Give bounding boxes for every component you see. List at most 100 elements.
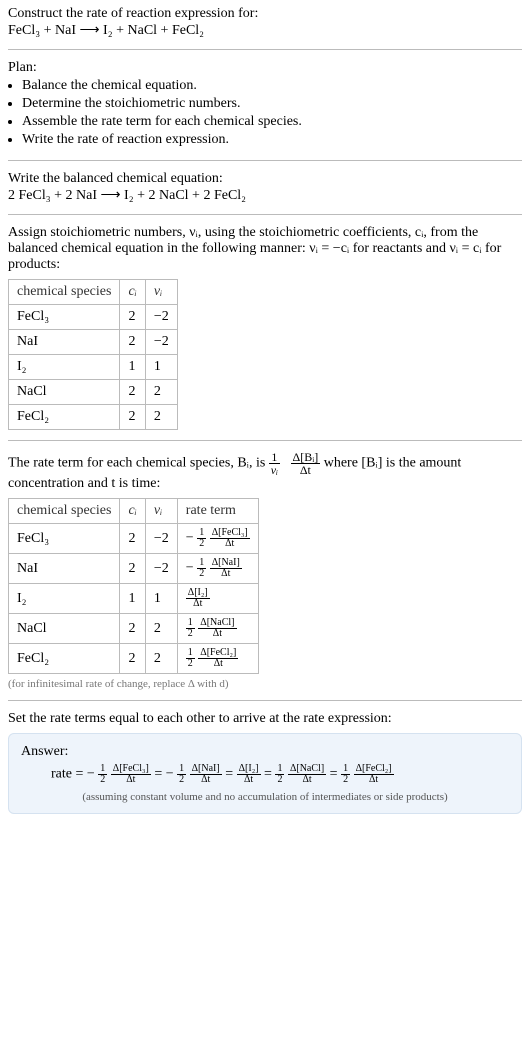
frac-den: 2 [177, 775, 186, 785]
table-row: FeCl₂ 2 2 [9, 405, 178, 430]
intro-line: Construct the rate of reaction expressio… [8, 6, 522, 22]
table-row: NaCl 2 2 [9, 380, 178, 405]
rateterm-text-a: The rate term for each chemical species,… [8, 456, 269, 471]
cell-nu: −2 [145, 554, 177, 584]
delta-frac: Δ[NaI] Δt [210, 558, 242, 579]
frac-den: Δt [190, 775, 222, 785]
rateterm-block: The rate term for each chemical species,… [8, 440, 522, 700]
cell-nu: 2 [145, 405, 177, 430]
col-nu-label: νᵢ [154, 503, 162, 518]
cell-species: NaI [9, 330, 120, 355]
cell-species: FeCl₃ [9, 305, 120, 330]
cell-c: 2 [120, 405, 145, 430]
delta-frac: Δ[FeCl₃] Δt [111, 764, 151, 785]
table-row: I₂ 1 1 Δ[I₂] Δt [9, 584, 259, 614]
stoich-table: chemical species cᵢ νᵢ FeCl₃ 2 −2 NaI 2 … [8, 279, 178, 430]
col-c-label: cᵢ [128, 284, 136, 299]
table-row: NaI 2 −2 − 1 2 Δ[NaI] Δt [9, 554, 259, 584]
cell-nu: 2 [145, 644, 177, 674]
table-row: FeCl₂ 2 2 1 2 Δ[FeCl₂] Δt [9, 644, 259, 674]
cell-rate: 1 2 Δ[NaCl] Δt [177, 614, 258, 644]
inline-frac2: Δ[Bᵢ] Δt [291, 451, 321, 476]
coef-frac: 1 2 [98, 764, 107, 785]
frac-den: 2 [186, 659, 195, 669]
frac-den: 2 [341, 775, 350, 785]
stoich-block: Assign stoichiometric numbers, νᵢ, using… [8, 214, 522, 440]
coef-frac: 1 2 [186, 618, 195, 639]
final-lead: Set the rate terms equal to each other t… [8, 711, 522, 727]
plan-list: Balance the chemical equation. Determine… [8, 78, 522, 148]
frac-den: 2 [98, 775, 107, 785]
col-species: chemical species [9, 499, 120, 524]
cell-c: 2 [120, 330, 145, 355]
balanced-equation: 2 FeCl₃ + 2 NaI ⟶ I₂ + 2 NaCl + 2 FeCl₂ [8, 187, 522, 204]
col-species: chemical species [9, 280, 120, 305]
delta-frac: Δ[NaCl] Δt [288, 764, 326, 785]
plan-item: Balance the chemical equation. [22, 78, 522, 94]
stoich-text: Assign stoichiometric numbers, νᵢ, using… [8, 225, 522, 273]
cell-species: NaCl [9, 614, 120, 644]
plan-item: Determine the stoichiometric numbers. [22, 96, 522, 112]
frac-den: 2 [197, 569, 206, 579]
delta-frac: Δ[I₂] Δt [186, 588, 210, 609]
coef-frac: 1 2 [341, 764, 350, 785]
sign: − [186, 561, 194, 576]
delta-frac: Δ[I₂] Δt [237, 764, 261, 785]
col-c: cᵢ [120, 499, 145, 524]
cell-c: 2 [120, 305, 145, 330]
table-row: NaCl 2 2 1 2 Δ[NaCl] Δt [9, 614, 259, 644]
cell-c: 2 [120, 380, 145, 405]
cell-nu: 1 [145, 584, 177, 614]
cell-species: NaCl [9, 380, 120, 405]
inline-frac1: 1 νᵢ [269, 451, 280, 476]
frac-den-label: νᵢ [271, 463, 278, 477]
rate-label: rate = [51, 767, 87, 782]
cell-species: FeCl₂ [9, 405, 120, 430]
cell-species: FeCl₃ [9, 524, 120, 554]
delta-frac: Δ[FeCl₂] Δt [198, 648, 238, 669]
rateterm-text: The rate term for each chemical species,… [8, 451, 522, 492]
intro-block: Construct the rate of reaction expressio… [8, 6, 522, 49]
coef-frac: 1 2 [197, 528, 206, 549]
coef-frac: 1 2 [275, 764, 284, 785]
rateterm-table: chemical species cᵢ νᵢ rate term FeCl₃ 2… [8, 498, 259, 674]
cell-c: 1 [120, 355, 145, 380]
frac-den: Δt [237, 775, 261, 785]
cell-c: 2 [120, 644, 145, 674]
cell-nu: −2 [145, 305, 177, 330]
coef-frac: 1 2 [177, 764, 186, 785]
coef-frac: 1 2 [197, 558, 206, 579]
col-nu-label: νᵢ [154, 284, 162, 299]
delta-frac: Δ[FeCl₃] Δt [210, 528, 250, 549]
final-block: Set the rate terms equal to each other t… [8, 700, 522, 824]
frac-den: 2 [275, 775, 284, 785]
table-header-row: chemical species cᵢ νᵢ rate term [9, 499, 259, 524]
rateterm-footnote: (for infinitesimal rate of change, repla… [8, 678, 522, 690]
cell-species: NaI [9, 554, 120, 584]
balanced-block: Write the balanced chemical equation: 2 … [8, 160, 522, 214]
intro-equation: FeCl₃ + NaI ⟶ I₂ + NaCl + FeCl₂ [8, 22, 522, 39]
sign: − [186, 531, 194, 546]
frac-den: Δt [186, 599, 210, 609]
frac-den: Δt [288, 775, 326, 785]
plan-item: Assemble the rate term for each chemical… [22, 114, 522, 130]
sign: − [87, 767, 95, 782]
frac-den: νᵢ [269, 464, 280, 476]
table-row: FeCl₃ 2 −2 − 1 2 Δ[FeCl₃] Δt [9, 524, 259, 554]
table-row: NaI 2 −2 [9, 330, 178, 355]
delta-frac: Δ[NaI] Δt [190, 764, 222, 785]
cell-nu: 2 [145, 380, 177, 405]
col-nu: νᵢ [145, 280, 177, 305]
plan-block: Plan: Balance the chemical equation. Det… [8, 49, 522, 160]
cell-nu: −2 [145, 524, 177, 554]
answer-equation: rate = − 1 2 Δ[FeCl₃] Δt = − [21, 764, 509, 785]
cell-nu: 1 [145, 355, 177, 380]
frac-den: Δt [210, 569, 242, 579]
cell-species: I₂ [9, 584, 120, 614]
table-row: I₂ 1 1 [9, 355, 178, 380]
col-nu: νᵢ [145, 499, 177, 524]
frac-den: Δt [210, 539, 250, 549]
frac-den: Δt [291, 464, 321, 476]
cell-c: 2 [120, 554, 145, 584]
frac-den: 2 [197, 539, 206, 549]
